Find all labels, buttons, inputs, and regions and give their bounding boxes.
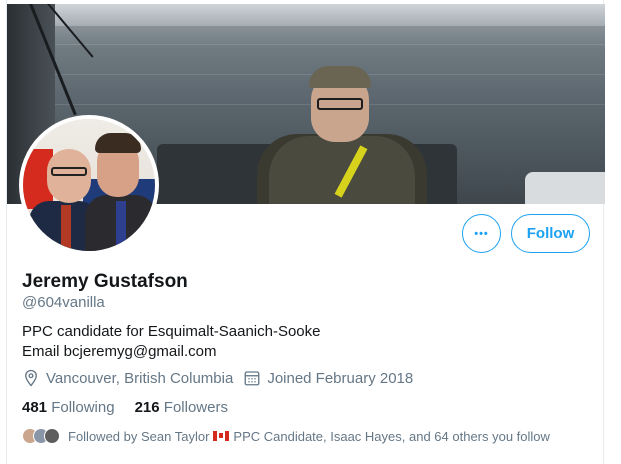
banner-boat-seat xyxy=(525,172,605,204)
more-dots-icon: ••• xyxy=(474,227,489,240)
banner-wave xyxy=(7,74,605,75)
followed-by-prefix: Followed by Sean Taylor xyxy=(68,428,210,444)
followed-by-suffix: PPC Candidate, Isaac Hayes, and 64 other… xyxy=(233,428,550,444)
followers-you-know-avatars xyxy=(22,428,60,444)
banner-person-glasses xyxy=(317,98,363,110)
profile-meta: Vancouver, British Columbia Joined Febru… xyxy=(22,369,423,387)
followed-by-link[interactable]: Followed by Sean Taylor PPC Candidate, I… xyxy=(22,428,550,444)
avatar-tie xyxy=(61,205,71,251)
following-link[interactable]: 481 Following xyxy=(22,399,115,416)
avatar-glasses xyxy=(51,167,87,176)
avatar-person-left-face xyxy=(47,149,91,203)
follow-label: Follow xyxy=(526,225,575,242)
profile-stats: 481 Following 216 Followers xyxy=(22,399,248,416)
location-item: Vancouver, British Columbia xyxy=(22,369,233,387)
joined-item: Joined February 2018 xyxy=(243,369,413,387)
bio-line: PPC candidate for Esquimalt-Saanich-Sook… xyxy=(22,323,321,340)
more-options-button[interactable]: ••• xyxy=(462,214,501,253)
canada-flag-icon xyxy=(213,431,230,441)
location-pin-icon xyxy=(25,369,37,387)
profile-card: ••• Follow Jeremy Gustafson @604vanilla … xyxy=(6,0,605,464)
profile-avatar[interactable] xyxy=(19,115,159,255)
following-label: Following xyxy=(51,399,115,416)
following-count: 481 xyxy=(22,399,48,416)
calendar-icon xyxy=(244,371,260,386)
location-text: Vancouver, British Columbia xyxy=(46,369,234,387)
display-name: Jeremy Gustafson xyxy=(22,271,188,292)
followers-count: 216 xyxy=(134,399,160,416)
follow-button[interactable]: Follow xyxy=(511,214,590,253)
avatar-hair xyxy=(95,133,141,153)
bio-line: Email bcjeremyg@gmail.com xyxy=(22,343,217,360)
joined-text: Joined February 2018 xyxy=(267,369,414,387)
followers-label: Followers xyxy=(163,399,228,416)
banner-wave xyxy=(7,104,605,105)
mini-avatar xyxy=(44,428,60,444)
profile-bio: PPC candidate for Esquimalt-Saanich-Sook… xyxy=(22,322,321,362)
banner-sky xyxy=(7,4,605,26)
banner-wave xyxy=(7,44,605,45)
banner-person-cap xyxy=(309,66,371,88)
followers-link[interactable]: 216 Followers xyxy=(135,399,228,416)
user-handle: @604vanilla xyxy=(22,294,105,311)
avatar-tie xyxy=(116,201,126,251)
